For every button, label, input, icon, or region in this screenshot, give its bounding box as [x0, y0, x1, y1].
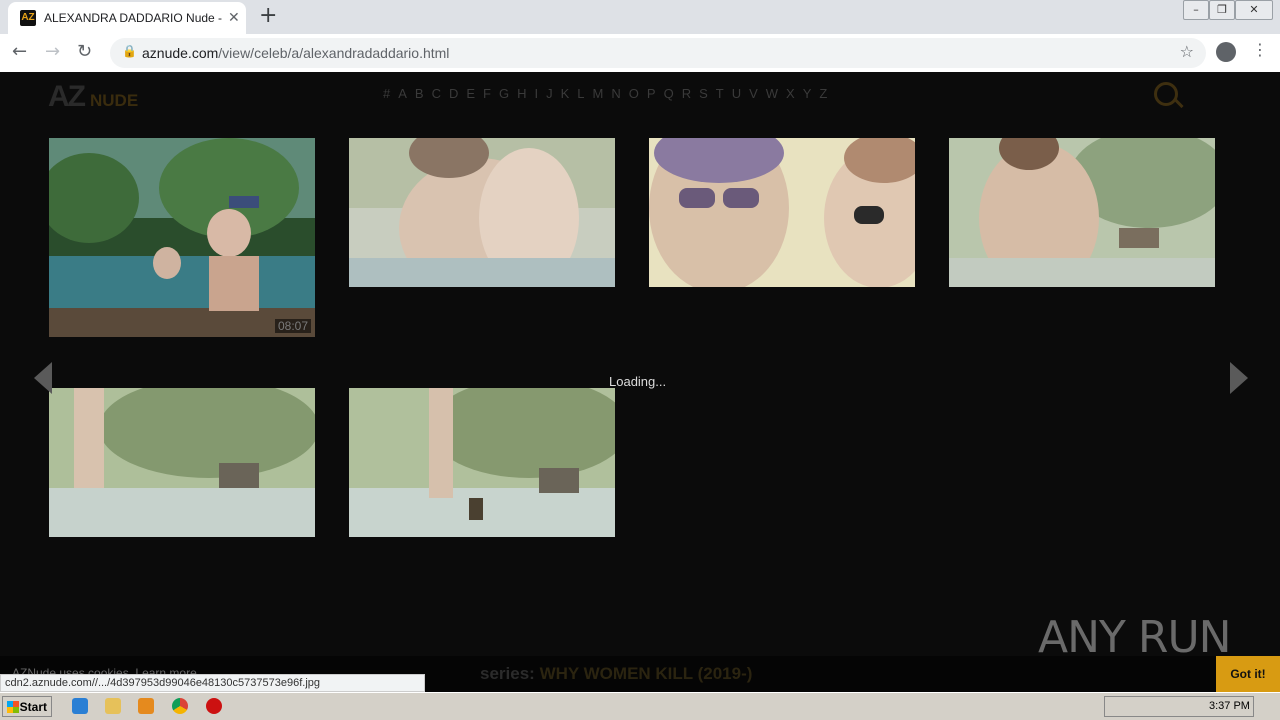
- site-favicon: AZ: [20, 10, 36, 26]
- thumbnail-image: [349, 138, 615, 287]
- letter-link[interactable]: Y: [803, 86, 813, 101]
- letter-link[interactable]: J: [546, 86, 554, 101]
- tab-title: ALEXANDRA DADDARIO Nude - AZNude: [44, 11, 222, 25]
- browser-menu-icon[interactable]: ⋮: [1252, 40, 1268, 59]
- ie-icon[interactable]: [72, 698, 88, 714]
- clock: 3:37 PM: [1209, 700, 1250, 712]
- opera-icon[interactable]: [206, 698, 222, 714]
- loading-text: Loading...: [609, 374, 667, 389]
- letter-link[interactable]: #: [383, 86, 391, 101]
- letter-link[interactable]: K: [561, 86, 571, 101]
- image-thumbnail[interactable]: [349, 138, 615, 287]
- letter-link[interactable]: A: [398, 86, 408, 101]
- new-tab-icon[interactable]: +: [259, 3, 277, 28]
- letter-link[interactable]: T: [716, 86, 725, 101]
- browser-tab[interactable]: AZ ALEXANDRA DADDARIO Nude - AZNude ✕: [8, 2, 246, 34]
- status-bar-url: cdn2.aznude.com//.../4d397953d99046e4813…: [0, 674, 425, 692]
- image-thumbnail[interactable]: [949, 138, 1215, 287]
- letter-link[interactable]: S: [699, 86, 709, 101]
- window-close-icon[interactable]: ✕: [1235, 0, 1273, 20]
- profile-icon[interactable]: [1216, 42, 1236, 62]
- letter-link[interactable]: W: [766, 86, 779, 101]
- video-thumbnail[interactable]: 08:07: [49, 138, 315, 337]
- restore-icon[interactable]: ❐: [1209, 0, 1235, 20]
- image-thumbnail[interactable]: [649, 138, 915, 287]
- anyrun-watermark: ANY RUN: [1038, 612, 1232, 663]
- chrome-icon[interactable]: [172, 698, 188, 714]
- letter-link[interactable]: U: [732, 86, 742, 101]
- next-arrow-icon[interactable]: [1230, 362, 1248, 394]
- thumbnail-image: [949, 138, 1215, 287]
- start-button[interactable]: Start: [2, 696, 52, 717]
- letter-link[interactable]: B: [415, 86, 425, 101]
- image-thumbnail[interactable]: [49, 388, 315, 537]
- video-duration: 08:07: [274, 319, 311, 333]
- letter-link[interactable]: M: [593, 86, 605, 101]
- letter-link[interactable]: F: [483, 86, 492, 101]
- explorer-icon[interactable]: [105, 698, 121, 714]
- windows-taskbar: Start 3:37 PM: [0, 692, 1280, 720]
- letter-link[interactable]: E: [466, 86, 476, 101]
- tab-close-icon[interactable]: ✕: [228, 10, 240, 26]
- url-text: aznude.com/view/celeb/a/alexandradaddari…: [142, 45, 450, 61]
- letter-link[interactable]: H: [517, 86, 527, 101]
- thumbnail-image: [349, 388, 615, 537]
- browser-toolbar: ← → ↻ 🔒 aznude.com/view/celeb/a/alexandr…: [0, 34, 1280, 73]
- letter-link[interactable]: I: [535, 86, 540, 101]
- tab-bar: AZ ALEXANDRA DADDARIO Nude - AZNude ✕ + …: [0, 0, 1280, 34]
- forward-icon[interactable]: →: [45, 41, 60, 62]
- letter-link[interactable]: P: [647, 86, 657, 101]
- letter-link[interactable]: N: [611, 86, 621, 101]
- letter-link[interactable]: X: [786, 86, 796, 101]
- thumbnail-image: [49, 388, 315, 537]
- thumbnail-image: [649, 138, 915, 287]
- letter-link[interactable]: G: [499, 86, 510, 101]
- previous-arrow-icon[interactable]: [34, 362, 52, 394]
- letter-link[interactable]: L: [577, 86, 585, 101]
- image-thumbnail[interactable]: [349, 388, 615, 537]
- letter-link[interactable]: R: [682, 86, 692, 101]
- media-player-icon[interactable]: [138, 698, 154, 714]
- back-icon[interactable]: ←: [12, 41, 27, 62]
- bookmark-star-icon[interactable]: ☆: [1180, 42, 1194, 61]
- site-logo[interactable]: AZ NUDE: [48, 80, 138, 114]
- page-content: AZ NUDE # A B C D E F G H I J K L M N O P Q R S T U V W X Y Z 08:07: [0, 72, 1280, 692]
- letter-link[interactable]: Q: [664, 86, 675, 101]
- search-icon[interactable]: [1154, 82, 1178, 106]
- letter-link[interactable]: V: [749, 86, 759, 101]
- letter-link[interactable]: D: [449, 86, 459, 101]
- address-bar[interactable]: 🔒 aznude.com/view/celeb/a/alexandradadda…: [110, 38, 1206, 68]
- letter-link[interactable]: C: [432, 86, 442, 101]
- lock-icon: 🔒: [122, 44, 137, 58]
- letter-link[interactable]: Z: [819, 86, 828, 101]
- alphabet-nav: # A B C D E F G H I J K L M N O P Q R S T U V W X Y Z: [383, 86, 835, 101]
- thumbnail-image: [49, 138, 315, 337]
- minimize-icon[interactable]: –: [1183, 0, 1209, 20]
- series-label[interactable]: series: WHY WOMEN KILL (2019-): [480, 664, 752, 684]
- reload-icon[interactable]: ↻: [77, 41, 92, 62]
- letter-link[interactable]: O: [629, 86, 640, 101]
